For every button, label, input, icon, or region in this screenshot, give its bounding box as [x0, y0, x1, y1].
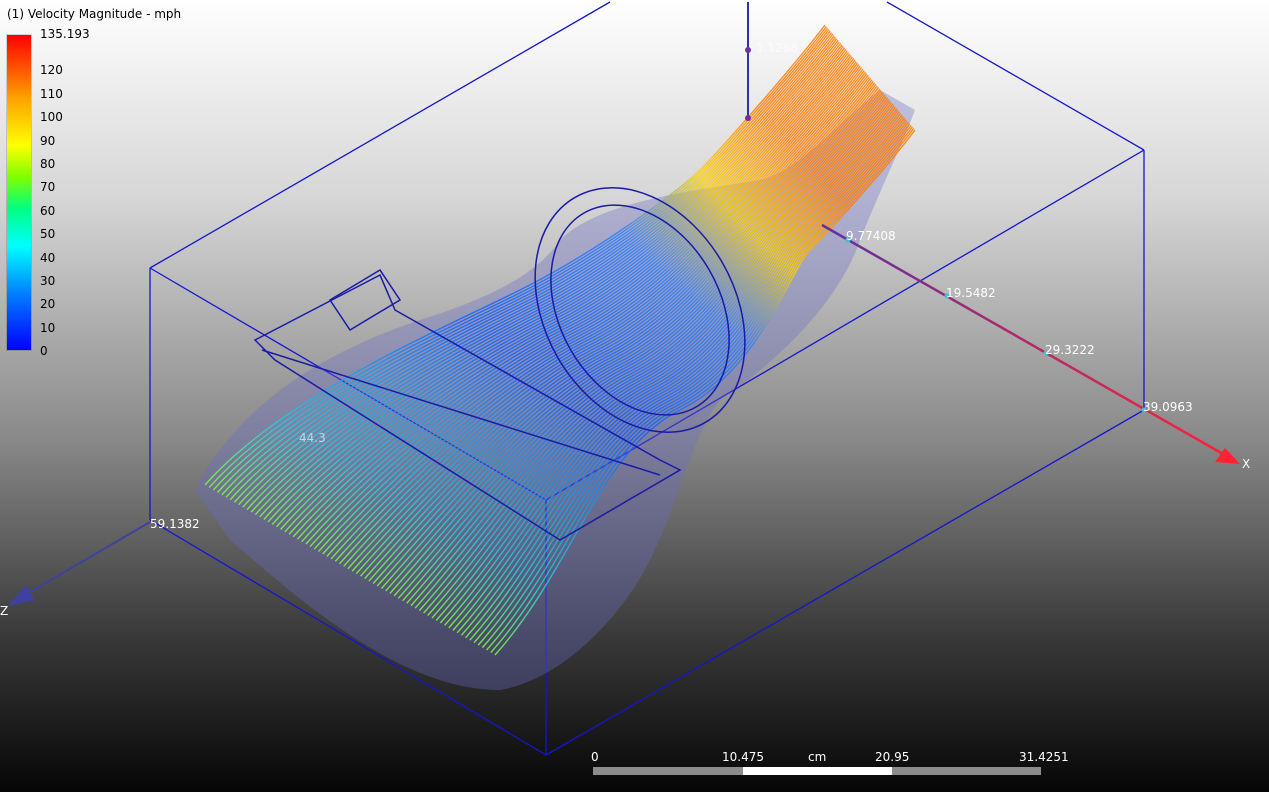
scale-bar-seg-2	[743, 767, 892, 775]
legend-tick: 0	[40, 344, 48, 358]
x-axis-label: X	[1242, 457, 1250, 471]
3d-viewport[interactable]: 9.77408 19.5482 29.3222 39.0963 X 1.1268…	[0, 0, 1269, 792]
y-tick-top: 1.1268	[756, 41, 798, 55]
legend-tick: 60	[40, 204, 56, 218]
legend-tick: 70	[40, 180, 56, 194]
x-tick-1: 9.77408	[846, 229, 896, 243]
partial-tick-label: 44.3	[299, 431, 326, 445]
legend-tick: 80	[40, 157, 56, 171]
scale-label-2: 20.95	[875, 750, 910, 764]
y-axis	[745, 2, 751, 121]
x-tick-3: 29.3222	[1045, 343, 1095, 357]
legend-tick: 10	[40, 321, 56, 335]
scale-label-1: 10.475	[722, 750, 764, 764]
x-tick-4: 39.0963	[1143, 400, 1193, 414]
z-tick: 59.1382	[150, 517, 200, 531]
legend-tick: 90	[40, 134, 56, 148]
legend-tick: 20	[40, 297, 56, 311]
scale-bar-seg-3	[892, 767, 1041, 775]
legend-tick: 100	[40, 110, 63, 124]
legend-tick: 110	[40, 87, 63, 101]
legend-tick: 50	[40, 227, 56, 241]
z-axis-label: Z	[0, 604, 8, 618]
color-scale-bar	[7, 35, 31, 350]
scale-unit: cm	[808, 750, 827, 764]
legend-tick: 30	[40, 274, 56, 288]
z-axis	[8, 521, 151, 606]
legend-tick: 40	[40, 251, 56, 265]
scale-label-3: 31.4251	[1019, 750, 1069, 764]
scale-label-0: 0	[591, 750, 599, 764]
scene-svg: 9.77408 19.5482 29.3222 39.0963 X 1.1268…	[0, 1, 1250, 756]
legend-max: 135.193	[40, 27, 90, 41]
legend-tick: 120	[40, 63, 63, 77]
x-axis	[821, 223, 1240, 464]
scale-bar-seg-1	[593, 767, 743, 775]
x-tick-2: 19.5482	[946, 286, 996, 300]
legend-title: (1) Velocity Magnitude - mph	[7, 7, 182, 21]
